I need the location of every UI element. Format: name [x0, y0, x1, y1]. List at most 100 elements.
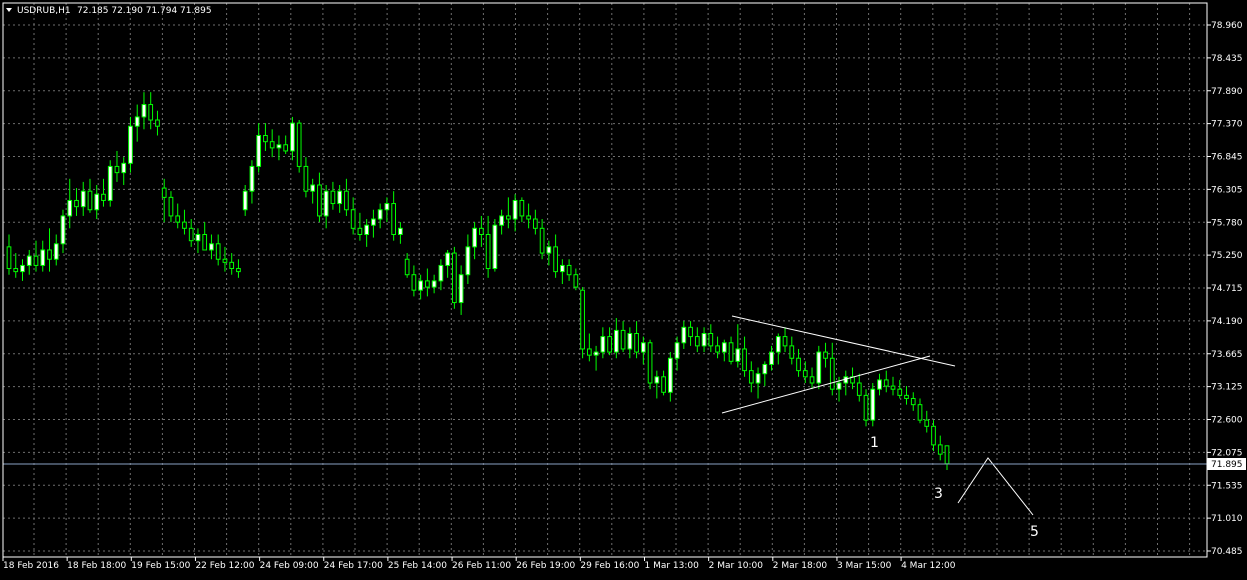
candle-body: [425, 280, 430, 288]
price-chart[interactable]: 1 3 5 78.960 78.435 77.890 77.370 76.845 76.3…: [0, 0, 1247, 576]
candle-body: [620, 329, 626, 350]
candle-body: [836, 382, 842, 390]
y-tick-label: 77.890: [1211, 87, 1243, 97]
candle-body: [931, 425, 936, 446]
candle-body: [74, 199, 79, 208]
candle-body: [600, 336, 606, 353]
candle-body: [728, 342, 734, 362]
candle-body: [26, 255, 32, 266]
candle-body: [674, 342, 680, 359]
candle-body: [107, 165, 113, 201]
y-tick-label: 70.485: [1211, 547, 1243, 557]
candle-body: [53, 243, 59, 260]
candle-body: [546, 246, 552, 254]
x-tick-label: 29 Feb 16:00: [580, 561, 639, 571]
candle-body: [924, 419, 930, 427]
candle-body: [701, 332, 707, 347]
candle: [580, 287, 585, 359]
candle-body: [613, 329, 619, 353]
candle-body: [559, 264, 565, 273]
candle-body: [384, 203, 390, 211]
candle-body: [114, 165, 120, 174]
candle-body: [445, 252, 450, 266]
candle-body: [883, 379, 889, 387]
candle-body: [809, 376, 815, 384]
candle-body: [796, 357, 801, 372]
candle-body: [188, 227, 194, 242]
candle-body: [377, 209, 383, 220]
candle-body: [661, 376, 666, 393]
candle-body: [310, 184, 316, 192]
candle-body: [256, 134, 262, 167]
y-tick-label: 74.190: [1211, 317, 1243, 327]
candle-body: [344, 190, 349, 211]
candle-body: [904, 394, 909, 399]
candle-body: [431, 280, 437, 288]
candle: [816, 345, 822, 390]
candle-body: [748, 370, 754, 384]
candle-body: [775, 336, 781, 353]
candle-body: [13, 268, 19, 273]
candle-body: [391, 203, 397, 235]
candle-body: [296, 122, 302, 167]
candle-body: [242, 190, 248, 211]
chart-canvas[interactable]: 1 3 5 78.960 78.435 77.890 77.370 76.845 76.3…: [0, 0, 1247, 576]
candle-body: [769, 351, 774, 365]
candle-body: [472, 227, 477, 248]
candle-body: [607, 336, 612, 353]
candle: [870, 383, 876, 427]
candle-body: [168, 196, 174, 217]
candle-body: [816, 351, 822, 384]
candle: [107, 160, 113, 207]
candle-body: [877, 379, 882, 390]
candle-body: [350, 209, 356, 229]
candle-body: [290, 122, 295, 152]
y-tick-label: 72.600: [1211, 416, 1243, 426]
candle-body: [910, 397, 916, 406]
candle-body: [890, 385, 896, 390]
candle-body: [627, 332, 633, 350]
candle-body: [519, 199, 525, 217]
candle-body: [215, 243, 221, 260]
x-tick-label: 24 Feb 17:00: [324, 561, 383, 571]
candle-body: [404, 258, 410, 276]
candle: [452, 246, 457, 309]
candle-body: [485, 233, 491, 270]
chart-symbol: USDRUB,H1: [17, 6, 71, 16]
x-tick-label: 26 Feb 11:00: [452, 561, 511, 571]
candle-body: [182, 221, 187, 229]
candle-body: [762, 363, 768, 375]
candle-body: [721, 342, 727, 353]
candle-body: [856, 382, 862, 396]
candle-body: [458, 274, 464, 304]
candle-body: [897, 388, 903, 396]
x-tick-label: 24 Feb 09:00: [260, 561, 319, 571]
y-tick-label: 76.305: [1211, 185, 1243, 195]
x-tick-label: 1 Mar 13:00: [645, 561, 700, 571]
y-tick-label: 75.250: [1211, 251, 1243, 261]
chart-ohlc: 72.185 72.190 71.794 71.895: [77, 6, 212, 16]
candle: [647, 339, 653, 390]
candle-body: [593, 351, 599, 356]
candle: [296, 120, 302, 173]
candle-body: [33, 255, 39, 266]
candle-body: [418, 280, 423, 291]
candle-body: [586, 348, 592, 356]
candle-body: [654, 376, 660, 384]
candle-body: [539, 227, 545, 254]
candle-body: [465, 246, 471, 276]
candle-body: [101, 193, 106, 201]
candle-body: [735, 348, 741, 362]
candle-body: [40, 249, 46, 266]
candle-body: [411, 274, 417, 291]
candle-body: [47, 249, 52, 260]
candle-body: [357, 227, 363, 235]
candle-body: [667, 357, 673, 393]
candle-body: [566, 264, 572, 276]
candle-body: [499, 215, 504, 226]
candle-body: [937, 444, 943, 455]
candle-body: [755, 373, 761, 384]
candle-body: [681, 326, 687, 344]
candle-body: [371, 218, 376, 226]
x-tick-label: 2 Mar 10:00: [709, 561, 764, 571]
